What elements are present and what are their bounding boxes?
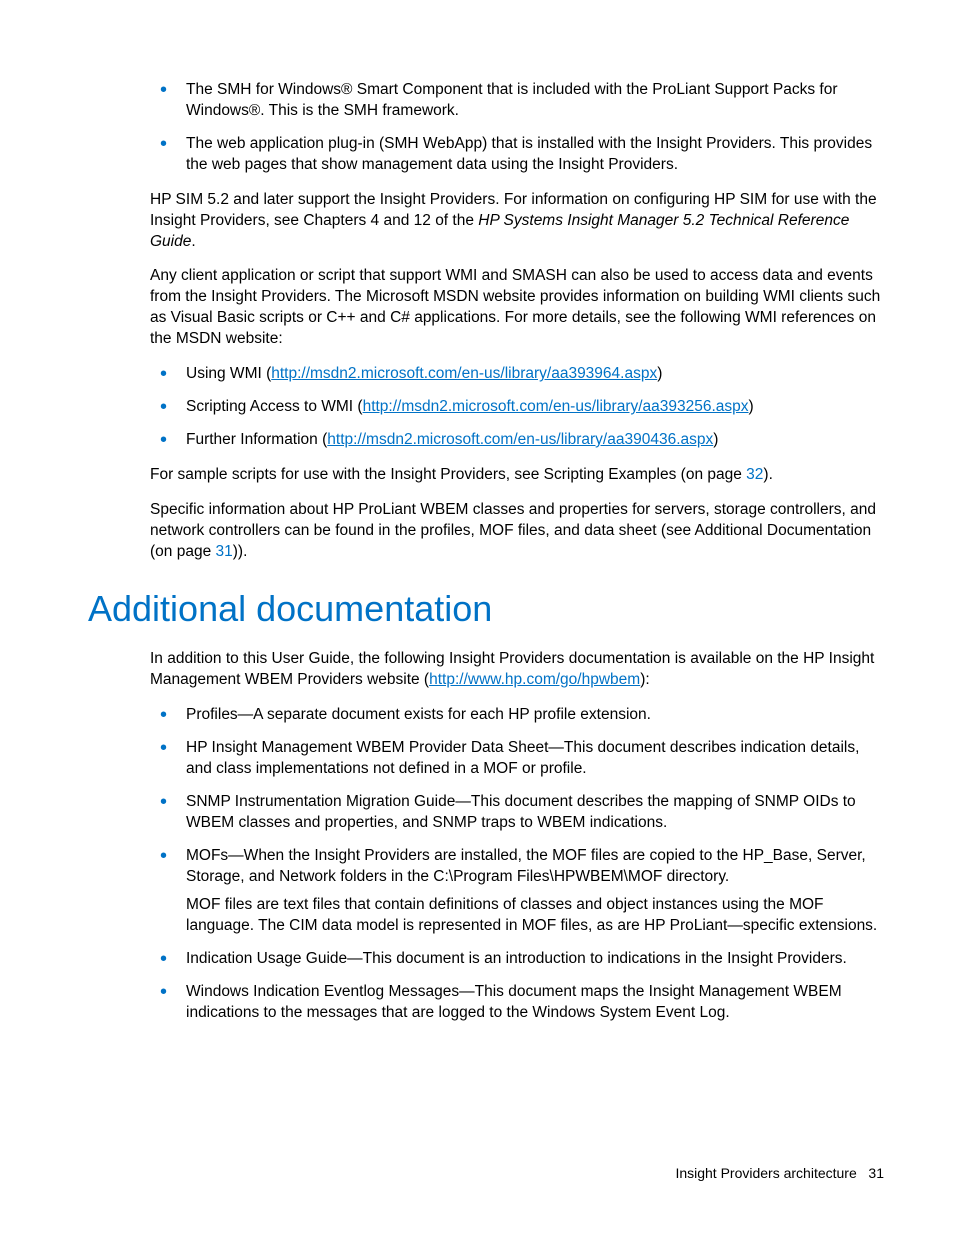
paragraph-intro: In addition to this User Guide, the foll… [150, 649, 884, 691]
paragraph-specific: Specific information about HP ProLiant W… [150, 500, 884, 563]
list-text: HP Insight Management WBEM Provider Data… [186, 739, 859, 777]
list-text: Indication Usage Guide—This document is … [186, 950, 847, 967]
text: . [191, 233, 195, 250]
link-prefix: Further Information ( [186, 431, 327, 448]
list-text: The web application plug-in (SMH WebApp)… [186, 135, 872, 173]
link-prefix: Using WMI ( [186, 365, 271, 382]
footer-page-number: 31 [868, 1165, 884, 1181]
list-item: MOFs—When the Insight Providers are inst… [150, 846, 884, 938]
page-ref[interactable]: 32 [746, 466, 763, 483]
link-suffix: ) [657, 365, 662, 382]
list-item: The web application plug-in (SMH WebApp)… [150, 134, 884, 176]
list-item: SNMP Instrumentation Migration Guide—Thi… [150, 792, 884, 834]
list-item: Using WMI (http://msdn2.microsoft.com/en… [150, 364, 884, 385]
list-item: Scripting Access to WMI (http://msdn2.mi… [150, 397, 884, 418]
list-text: Profiles—A separate document exists for … [186, 706, 651, 723]
wmi-link[interactable]: http://msdn2.microsoft.com/en-us/library… [327, 431, 713, 448]
list-text: The SMH for Windows® Smart Component tha… [186, 81, 838, 119]
page-ref[interactable]: 31 [216, 543, 233, 560]
text: )). [233, 543, 248, 560]
hpwbem-link[interactable]: http://www.hp.com/go/hpwbem [429, 671, 640, 688]
footer-section: Insight Providers architecture [675, 1165, 856, 1181]
link-suffix: ) [749, 398, 754, 415]
list-item: Further Information (http://msdn2.micros… [150, 430, 884, 451]
list-text: MOFs—When the Insight Providers are inst… [186, 847, 866, 885]
link-prefix: Scripting Access to WMI ( [186, 398, 363, 415]
page-footer: Insight Providers architecture 31 [675, 1164, 884, 1183]
document-page: The SMH for Windows® Smart Component tha… [0, 0, 954, 1235]
wmi-link[interactable]: http://msdn2.microsoft.com/en-us/library… [271, 365, 657, 382]
list-item: Indication Usage Guide—This document is … [150, 949, 884, 970]
list-item: Profiles—A separate document exists for … [150, 705, 884, 726]
section-heading: Additional documentation [88, 585, 884, 634]
documentation-list: Profiles—A separate document exists for … [150, 705, 884, 1024]
list-item: The SMH for Windows® Smart Component tha… [150, 80, 884, 122]
text: Specific information about HP ProLiant W… [150, 501, 876, 560]
paragraph-samples: For sample scripts for use with the Insi… [150, 465, 884, 486]
list-item: HP Insight Management WBEM Provider Data… [150, 738, 884, 780]
component-list: The SMH for Windows® Smart Component tha… [150, 80, 884, 176]
list-text: Windows Indication Eventlog Messages—Thi… [186, 983, 842, 1021]
text: ): [640, 671, 649, 688]
list-subpara: MOF files are text files that contain de… [186, 895, 884, 937]
text: For sample scripts for use with the Insi… [150, 466, 746, 483]
paragraph-sim: HP SIM 5.2 and later support the Insight… [150, 190, 884, 253]
link-suffix: ) [713, 431, 718, 448]
list-text: SNMP Instrumentation Migration Guide—Thi… [186, 793, 856, 831]
wmi-link[interactable]: http://msdn2.microsoft.com/en-us/library… [363, 398, 749, 415]
list-item: Windows Indication Eventlog Messages—Thi… [150, 982, 884, 1024]
paragraph-wmi: Any client application or script that su… [150, 266, 884, 350]
wmi-link-list: Using WMI (http://msdn2.microsoft.com/en… [150, 364, 884, 451]
text: ). [763, 466, 772, 483]
